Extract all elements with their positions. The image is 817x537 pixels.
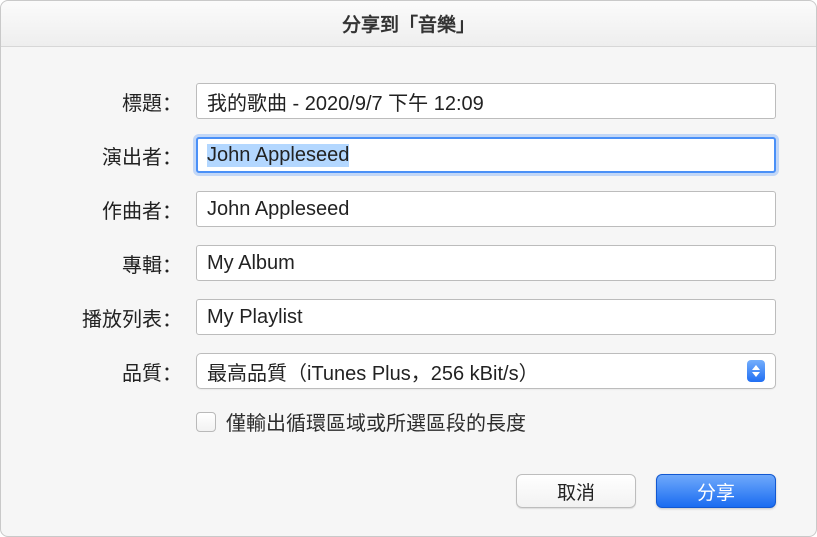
dialog-titlebar: 分享到「音樂」 — [1, 1, 816, 47]
dialog-footer: 取消 分享 — [1, 474, 816, 536]
dialog-title: 分享到「音樂」 — [342, 10, 475, 37]
quality-select[interactable]: 最高品質（iTunes Plus，256 kBit/s） — [196, 353, 776, 389]
row-album: 專輯： — [41, 245, 776, 281]
album-label: 專輯： — [41, 249, 196, 278]
updown-arrows-icon — [747, 360, 765, 382]
composer-input[interactable] — [196, 191, 776, 227]
row-quality: 品質： 最高品質（iTunes Plus，256 kBit/s） — [41, 353, 776, 389]
export-cycle-checkbox[interactable] — [196, 412, 216, 432]
row-playlist: 播放列表： — [41, 299, 776, 335]
quality-label: 品質： — [41, 357, 196, 386]
quality-value: 最高品質（iTunes Plus，256 kBit/s） — [207, 357, 747, 386]
cancel-button[interactable]: 取消 — [516, 474, 636, 508]
row-composer: 作曲者： — [41, 191, 776, 227]
composer-label: 作曲者： — [41, 195, 196, 224]
row-artist: 演出者： — [41, 137, 776, 173]
form-area: 標題： 演出者： 作曲者： 專輯： 播放列表： — [1, 47, 816, 474]
artist-label: 演出者： — [41, 141, 196, 170]
album-input[interactable] — [196, 245, 776, 281]
export-cycle-label: 僅輸出循環區域或所選區段的長度 — [226, 407, 526, 436]
artist-input[interactable] — [196, 137, 776, 173]
playlist-label: 播放列表： — [41, 303, 196, 332]
title-label: 標題： — [41, 87, 196, 116]
row-export-cycle: 僅輸出循環區域或所選區段的長度 — [196, 407, 776, 436]
playlist-input[interactable] — [196, 299, 776, 335]
share-to-music-dialog: 分享到「音樂」 標題： 演出者： 作曲者： 專輯： — [0, 0, 817, 537]
row-title: 標題： — [41, 83, 776, 119]
title-input[interactable] — [196, 83, 776, 119]
share-button[interactable]: 分享 — [656, 474, 776, 508]
